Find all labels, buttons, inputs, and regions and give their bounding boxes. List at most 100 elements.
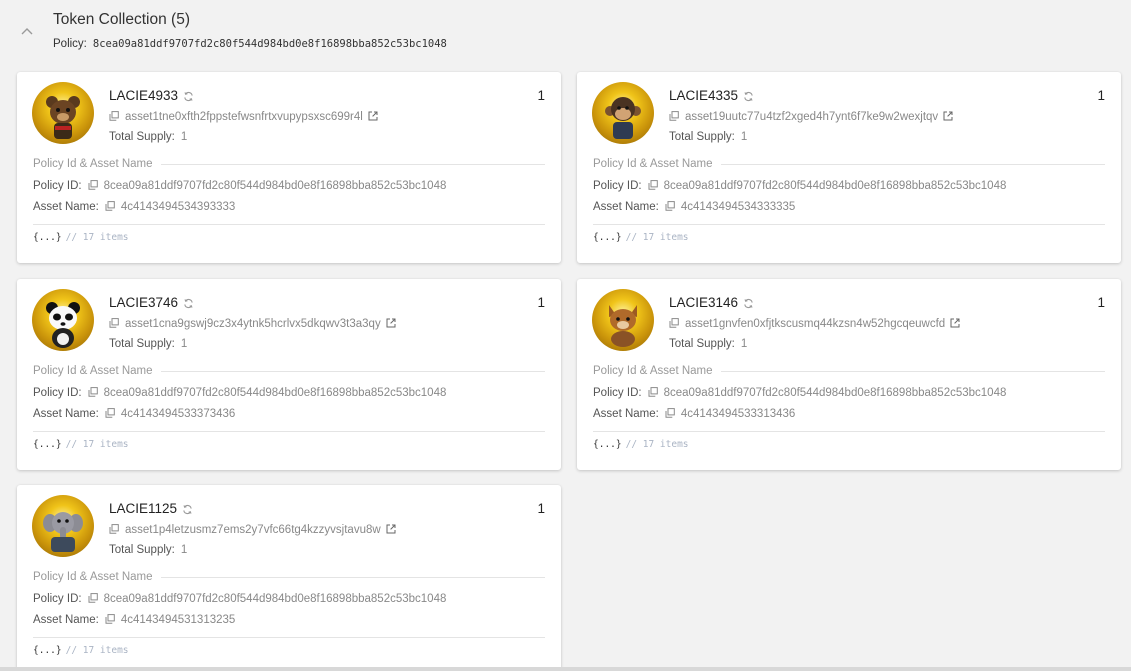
refresh-icon[interactable] <box>183 90 194 105</box>
asset-name-row: Asset Name: 4c4143494534333335 <box>593 201 795 214</box>
token-quantity: 1 <box>537 88 545 103</box>
external-link-icon[interactable] <box>386 524 396 537</box>
total-supply-value: 1 <box>180 131 188 143</box>
metadata-divider <box>593 431 1105 432</box>
total-supply-value: 1 <box>740 338 748 350</box>
total-supply-value: 1 <box>180 544 188 556</box>
asset-name-label: Asset Name: <box>33 614 99 626</box>
asset-name-row: Asset Name: 4c4143494533313436 <box>593 408 795 421</box>
copy-icon[interactable] <box>88 387 98 400</box>
copy-icon[interactable] <box>105 408 115 421</box>
chevron-up-icon[interactable] <box>18 24 36 38</box>
refresh-icon[interactable] <box>743 297 754 312</box>
asset-fingerprint[interactable]: asset1p4letzusmz7ems2y7vfc66tg4kzzyvsjta… <box>125 524 381 536</box>
collection-policy: Policy: 8cea09a81ddf9707fd2c80f544d984bd0… <box>53 38 447 50</box>
section-divider <box>720 370 1105 372</box>
policy-id-value: 8cea09a81ddf9707fd2c80f544d984bd0e8f1689… <box>663 387 1007 399</box>
total-supply-row: Total Supply: 1 <box>109 131 187 143</box>
token-name-text: LACIE1125 <box>109 501 178 516</box>
json-item-count: // 17 items <box>65 439 129 450</box>
total-supply-row: Total Supply: 1 <box>109 338 187 350</box>
asset-fingerprint-row: asset1p4letzusmz7ems2y7vfc66tg4kzzyvsjta… <box>109 524 396 537</box>
fox-character-icon[interactable] <box>592 289 654 351</box>
asset-name-label: Asset Name: <box>593 201 659 213</box>
panda-character-icon[interactable] <box>32 289 94 351</box>
external-link-icon[interactable] <box>950 318 960 331</box>
copy-icon[interactable] <box>648 180 658 193</box>
external-link-icon[interactable] <box>943 111 953 124</box>
copy-icon[interactable] <box>109 318 119 331</box>
asset-fingerprint[interactable]: asset19uutc77u4tzf2xged4h7ynt6f7ke9w2wex… <box>685 111 938 123</box>
bear-character-icon[interactable] <box>32 82 94 144</box>
asset-fingerprint[interactable]: asset1tne0xfth2fppstefwsnfrtxvupypsxsc69… <box>125 111 363 123</box>
copy-icon[interactable] <box>665 408 675 421</box>
token-name: LACIE4933 <box>109 88 194 105</box>
total-supply-row: Total Supply: 1 <box>669 131 747 143</box>
token-name: LACIE4335 <box>669 88 754 105</box>
section-divider <box>160 576 545 578</box>
policy-id-label: Policy ID: <box>593 180 642 192</box>
total-supply-label: Total Supply: <box>109 131 175 143</box>
copy-icon[interactable] <box>669 111 679 124</box>
token-quantity: 1 <box>1097 295 1105 310</box>
token-card-lacie3746: LACIE3746 1 asset1cna9gswj9cz3x4ytnk5hcr… <box>17 279 561 470</box>
external-link-icon[interactable] <box>368 111 378 124</box>
policy-asset-section-title: Policy Id & Asset Name <box>33 571 545 583</box>
metadata-divider <box>33 637 545 638</box>
metadata-json-toggle[interactable]: {...}// 17 items <box>593 232 689 243</box>
policy-id-value: 8cea09a81ddf9707fd2c80f544d984bd0e8f1689… <box>103 387 447 399</box>
asset-fingerprint[interactable]: asset1gnvfen0xfjtkscusmq44kzsn4w52hgcqeu… <box>685 318 945 330</box>
asset-name-row: Asset Name: 4c4143494531313235 <box>33 614 235 627</box>
token-card-lacie4933: LACIE4933 1 asset1tne0xfth2fppstefwsnfrt… <box>17 72 561 263</box>
copy-icon[interactable] <box>109 524 119 537</box>
token-name: LACIE1125 <box>109 501 193 518</box>
copy-icon[interactable] <box>88 593 98 606</box>
copy-icon[interactable] <box>105 614 115 627</box>
section-title-text: Policy Id & Asset Name <box>33 158 153 170</box>
asset-name-row: Asset Name: 4c4143494533373436 <box>33 408 235 421</box>
policy-id-label: Policy ID: <box>33 387 82 399</box>
copy-icon[interactable] <box>105 201 115 214</box>
metadata-json-toggle[interactable]: {...}// 17 items <box>33 232 129 243</box>
asset-fingerprint[interactable]: asset1cna9gswj9cz3x4ytnk5hcrlvx5dkqwv3t3… <box>125 318 381 330</box>
monkey-character-icon[interactable] <box>592 82 654 144</box>
total-supply-row: Total Supply: 1 <box>669 338 747 350</box>
json-item-count: // 17 items <box>65 232 129 243</box>
refresh-icon[interactable] <box>183 297 194 312</box>
metadata-json-toggle[interactable]: {...}// 17 items <box>33 439 129 450</box>
copy-icon[interactable] <box>669 318 679 331</box>
token-name-text: LACIE4335 <box>669 88 739 103</box>
asset-name-value: 4c4143494534393333 <box>120 201 236 213</box>
policy-id-value: 8cea09a81ddf9707fd2c80f544d984bd0e8f1689… <box>103 180 447 192</box>
section-divider <box>720 163 1105 165</box>
external-link-icon[interactable] <box>386 318 396 331</box>
asset-fingerprint-row: asset19uutc77u4tzf2xged4h7ynt6f7ke9w2wex… <box>669 111 953 124</box>
asset-name-value: 4c4143494531313235 <box>120 614 236 626</box>
token-name-text: LACIE3146 <box>669 295 739 310</box>
metadata-json-toggle[interactable]: {...}// 17 items <box>593 439 689 450</box>
policy-id-row: Policy ID: 8cea09a81ddf9707fd2c80f544d984… <box>33 180 446 193</box>
asset-fingerprint-row: asset1tne0xfth2fppstefwsnfrtxvupypsxsc69… <box>109 111 378 124</box>
policy-label: Policy: <box>53 38 87 50</box>
copy-icon[interactable] <box>109 111 119 124</box>
token-quantity: 1 <box>537 501 545 516</box>
refresh-icon[interactable] <box>182 503 193 518</box>
refresh-icon[interactable] <box>743 90 754 105</box>
json-braces: {...} <box>593 439 622 450</box>
copy-icon[interactable] <box>88 180 98 193</box>
horizontal-scrollbar[interactable] <box>0 667 1131 671</box>
total-supply-label: Total Supply: <box>669 131 735 143</box>
metadata-json-toggle[interactable]: {...}// 17 items <box>33 645 129 656</box>
copy-icon[interactable] <box>648 387 658 400</box>
total-supply-row: Total Supply: 1 <box>109 544 187 556</box>
token-name-text: LACIE3746 <box>109 295 179 310</box>
elephant-character-icon[interactable] <box>32 495 94 557</box>
policy-asset-section-title: Policy Id & Asset Name <box>593 158 1105 170</box>
section-divider <box>160 163 545 165</box>
policy-id-value: 8cea09a81ddf9707fd2c80f544d984bd0e8f1689… <box>103 593 447 605</box>
json-braces: {...} <box>593 232 622 243</box>
total-supply-label: Total Supply: <box>109 338 175 350</box>
policy-id-row: Policy ID: 8cea09a81ddf9707fd2c80f544d984… <box>593 387 1006 400</box>
section-title-text: Policy Id & Asset Name <box>593 365 713 377</box>
copy-icon[interactable] <box>665 201 675 214</box>
